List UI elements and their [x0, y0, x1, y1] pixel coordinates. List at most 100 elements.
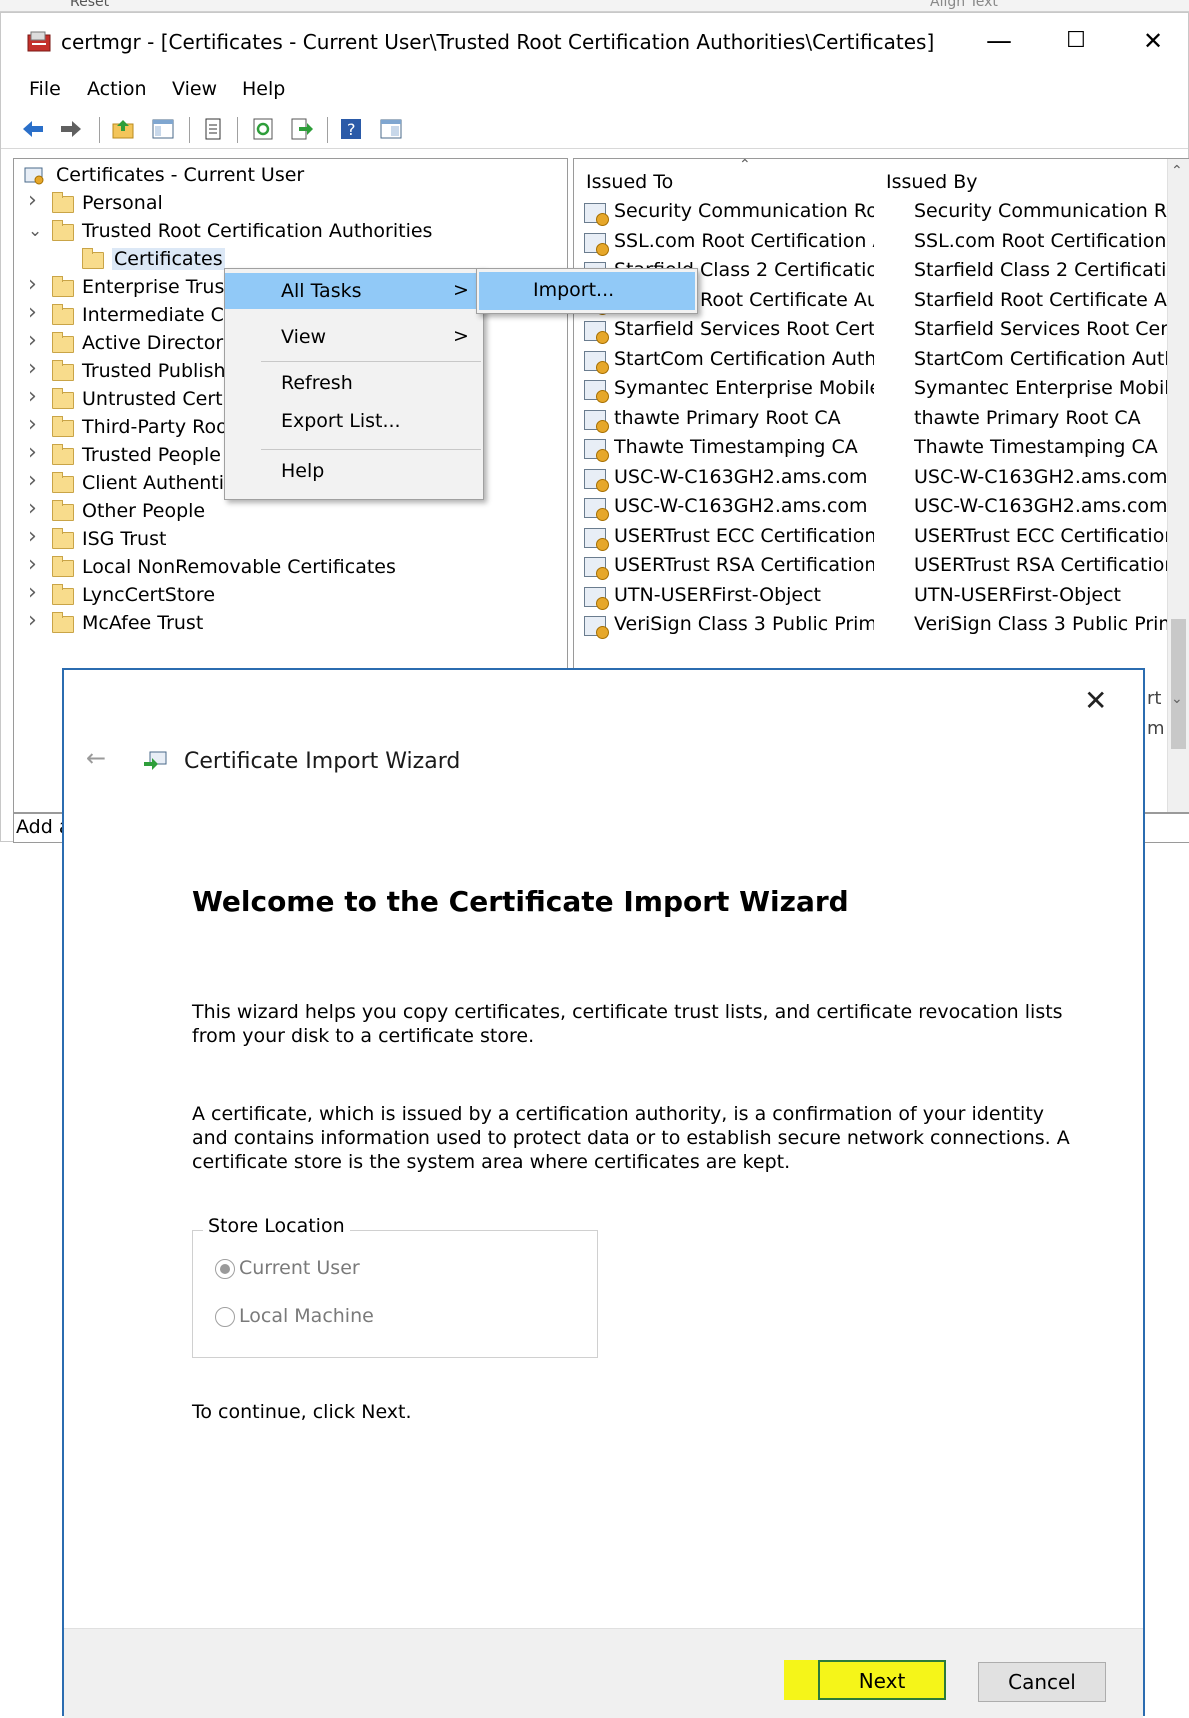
certificate-row[interactable]: USC-W-C163GH2.ams.com USC-W-C163GH2.ams.c… — [574, 492, 1189, 522]
menu-help[interactable]: Help — [242, 78, 285, 100]
cancel-button[interactable]: Cancel — [978, 1662, 1106, 1702]
menu-item-view[interactable]: View > — [225, 319, 483, 355]
certificate-row[interactable]: Security Communication Root... Security C… — [574, 197, 1189, 227]
certificate-row[interactable]: thawte Primary Root CA thawte Primary Roo… — [574, 404, 1189, 434]
menu-view[interactable]: View — [172, 78, 217, 100]
back-icon[interactable] — [21, 117, 45, 141]
issued-by-cell: Symantec Enterprise Mobile — [914, 377, 1182, 399]
toolbar: ? — [1, 109, 1188, 149]
certificate-wizard-icon — [144, 751, 167, 770]
issued-by-cell: SSL.com Root Certification / — [914, 229, 1179, 252]
refresh-icon[interactable] — [251, 117, 275, 141]
minimize-button[interactable]: — — [979, 25, 1019, 57]
chevron-right-icon[interactable]: › — [28, 384, 44, 409]
chevron-right-icon[interactable]: › — [28, 468, 44, 493]
menu-item-refresh[interactable]: Refresh — [225, 365, 483, 401]
tree-item-label: LyncCertStore — [82, 584, 216, 606]
chevron-right-icon[interactable]: › — [28, 328, 44, 353]
tree-item[interactable]: › McAfee Trust — [14, 608, 567, 638]
wizard-description-text: A certificate, which is issued by a cert… — [192, 1103, 1070, 1173]
certificate-row[interactable]: SSL.com Root Certification Au... SSL.com … — [574, 227, 1189, 257]
menu-item-all-tasks[interactable]: All Tasks > — [225, 273, 483, 309]
certificate-row[interactable]: Symantec Enterprise Mobile R... Symantec … — [574, 374, 1189, 404]
tree-item-label: Trusted Root Certification Authorities — [82, 220, 433, 242]
folder-icon — [52, 584, 74, 605]
certificate-row[interactable]: USC-W-C163GH2.ams.com USC-W-C163GH2.ams.c… — [574, 463, 1189, 493]
properties-icon[interactable] — [201, 117, 225, 141]
chevron-right-icon[interactable]: › — [28, 440, 44, 465]
menu-action[interactable]: Action — [87, 78, 147, 100]
context-menu: All Tasks > View > Refresh Export List..… — [224, 268, 484, 500]
column-issued-to[interactable]: Issued To — [586, 171, 673, 193]
show-hide-tree-icon[interactable] — [151, 117, 175, 141]
next-button[interactable]: Next — [818, 1660, 946, 1700]
sort-indicator-icon: ⌃ — [739, 158, 751, 173]
certificate-row[interactable]: USERTrust ECC Certification A... USERTrus… — [574, 522, 1189, 552]
tree-item-label: Intermediate C — [82, 304, 224, 326]
certificate-row[interactable]: UTN-USERFirst-Object UTN-USERFirst-Object — [574, 581, 1189, 611]
chevron-right-icon[interactable]: › — [28, 412, 44, 437]
wizard-intro-text: This wizard helps you copy certificates,… — [192, 1001, 1063, 1047]
chevron-right-icon[interactable]: › — [28, 552, 44, 577]
menu-item-help[interactable]: Help — [225, 453, 483, 489]
issued-to-cell: thawte Primary Root CA — [614, 406, 841, 429]
certificate-row[interactable]: VeriSign Class 3 Public Primar... VeriSig… — [574, 610, 1189, 640]
wizard-back-arrow-icon[interactable]: ← — [86, 744, 106, 772]
folder-icon — [52, 416, 74, 437]
folder-icon — [52, 528, 74, 549]
wizard-close-icon[interactable]: ✕ — [1084, 684, 1107, 717]
chevron-right-icon[interactable]: › — [28, 580, 44, 605]
certificate-row[interactable]: USERTrust RSA Certification A... USERTrus… — [574, 551, 1189, 581]
column-issued-by[interactable]: Issued By — [886, 171, 978, 193]
menu-item-export-list[interactable]: Export List... — [225, 403, 483, 439]
menu-file[interactable]: File — [29, 78, 61, 100]
folder-icon — [52, 220, 74, 241]
chevron-right-icon[interactable]: › — [28, 496, 44, 521]
chevron-right-icon[interactable]: › — [28, 356, 44, 381]
store-location-group: Store Location Current User Local Machin… — [192, 1215, 598, 1358]
tree-item[interactable]: › Personal — [14, 188, 567, 218]
forward-icon[interactable] — [59, 117, 83, 141]
up-folder-icon[interactable] — [111, 117, 135, 141]
certificate-icon — [584, 616, 609, 639]
chevron-right-icon[interactable]: › — [28, 272, 44, 297]
tree-item[interactable]: › Other People — [14, 496, 567, 526]
tree-item[interactable]: › Local NonRemovable Certificates — [14, 552, 567, 582]
radio-current-user[interactable]: Current User — [215, 1257, 360, 1279]
scroll-down-icon[interactable]: ⌄ — [1171, 691, 1183, 707]
view-icon[interactable] — [379, 117, 403, 141]
close-button[interactable]: ✕ — [1133, 25, 1173, 57]
menu-item-import[interactable]: Import... — [479, 272, 695, 310]
chevron-right-icon[interactable]: › — [28, 300, 44, 325]
chevron-down-icon[interactable]: ⌄ — [28, 221, 44, 241]
radio-local-machine[interactable]: Local Machine — [215, 1305, 374, 1327]
folder-icon — [52, 472, 74, 493]
issued-by-cell: VeriSign Class 3 Public Prim — [914, 613, 1177, 635]
window-title: certmgr - [Certificates - Current User\T… — [61, 30, 935, 54]
chevron-right-icon[interactable]: › — [28, 188, 44, 213]
folder-icon — [52, 500, 74, 521]
certificate-row[interactable]: Thawte Timestamping CA Thawte Timestampin… — [574, 433, 1189, 463]
chevron-right-icon[interactable]: › — [28, 524, 44, 549]
scroll-up-icon[interactable]: ⌃ — [1171, 163, 1183, 179]
certificate-row[interactable]: StartCom Certification Author... StartCom… — [574, 345, 1189, 375]
background-window-strip: Reset Align Text — [0, 0, 1189, 12]
tree-item-label: Active Director — [82, 332, 224, 354]
issued-to-cell: Starfield Services Root Certific... — [614, 318, 874, 340]
tree-item[interactable]: › LyncCertStore — [14, 580, 567, 610]
folder-icon — [52, 388, 74, 409]
issued-by-cell: Starfield Class 2 Certificatior — [914, 259, 1186, 281]
maximize-button[interactable]: ☐ — [1056, 25, 1096, 57]
tree-item[interactable]: ⌄ Trusted Root Certification Authorities — [14, 218, 567, 246]
export-icon[interactable] — [289, 117, 313, 141]
chevron-right-icon[interactable]: › — [28, 608, 44, 633]
tree-item-label: Other People — [82, 500, 206, 522]
certificate-row[interactable]: Starfield Services Root Certific... Starf… — [574, 315, 1189, 345]
tree-item[interactable]: › ISG Trust — [14, 524, 567, 554]
issued-by-cell: thawte Primary Root CA — [914, 406, 1141, 429]
list-vertical-scrollbar[interactable]: ⌃ ⌄ — [1167, 159, 1189, 812]
help-icon[interactable]: ? — [339, 117, 363, 141]
issued-to-cell: StartCom Certification Author... — [614, 347, 874, 370]
scroll-thumb[interactable] — [1171, 619, 1186, 749]
tree-root[interactable]: Certificates - Current User — [14, 162, 567, 190]
